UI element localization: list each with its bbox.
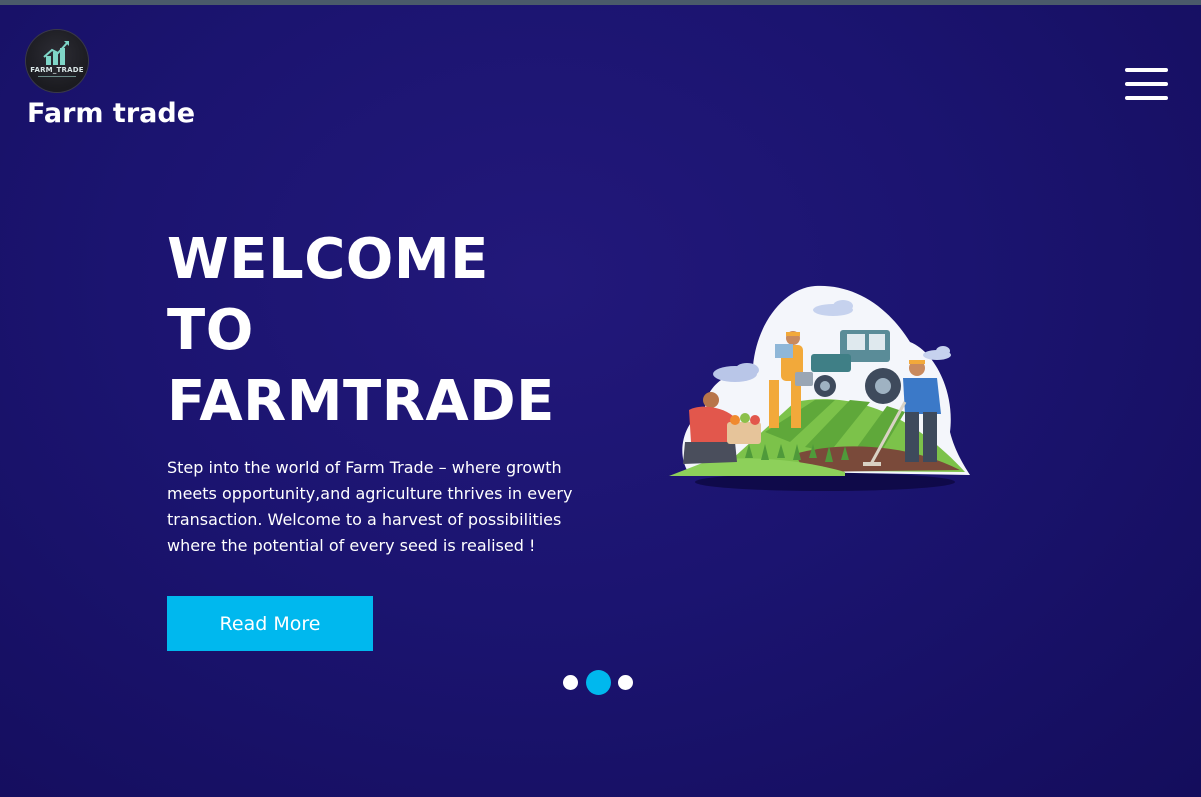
carousel-dot-active[interactable]	[586, 670, 611, 695]
carousel-dots	[562, 668, 642, 696]
hero-title-line: WELCOME	[167, 227, 489, 292]
carousel-dot[interactable]	[563, 675, 578, 690]
carousel-dot[interactable]	[618, 675, 633, 690]
top-border	[0, 0, 1201, 5]
hero-description: Step into the world of Farm Trade – wher…	[167, 458, 573, 555]
hero-title: WELCOME TO FARMTRADE	[167, 224, 597, 437]
hero-title-line: TO	[167, 298, 254, 363]
hero-title-line: FARMTRADE	[167, 369, 555, 434]
landing-page: FARM_TRADE Farm trade WELCOME TO FARMTRA…	[0, 0, 1201, 797]
logo-text: FARM_TRADE	[30, 66, 84, 74]
menu-bar-middle	[1125, 82, 1168, 86]
brand-logo[interactable]: FARM_TRADE	[26, 30, 88, 92]
brand-title[interactable]: Farm trade	[27, 98, 195, 129]
menu-bar-top	[1125, 68, 1168, 72]
hamburger-menu-icon[interactable]	[1125, 68, 1168, 100]
menu-bar-bottom	[1125, 96, 1168, 100]
read-more-button[interactable]: Read More	[167, 596, 373, 651]
farmers-with-tractor-illustration	[669, 285, 970, 491]
bar-chart-growth-icon	[38, 41, 76, 77]
